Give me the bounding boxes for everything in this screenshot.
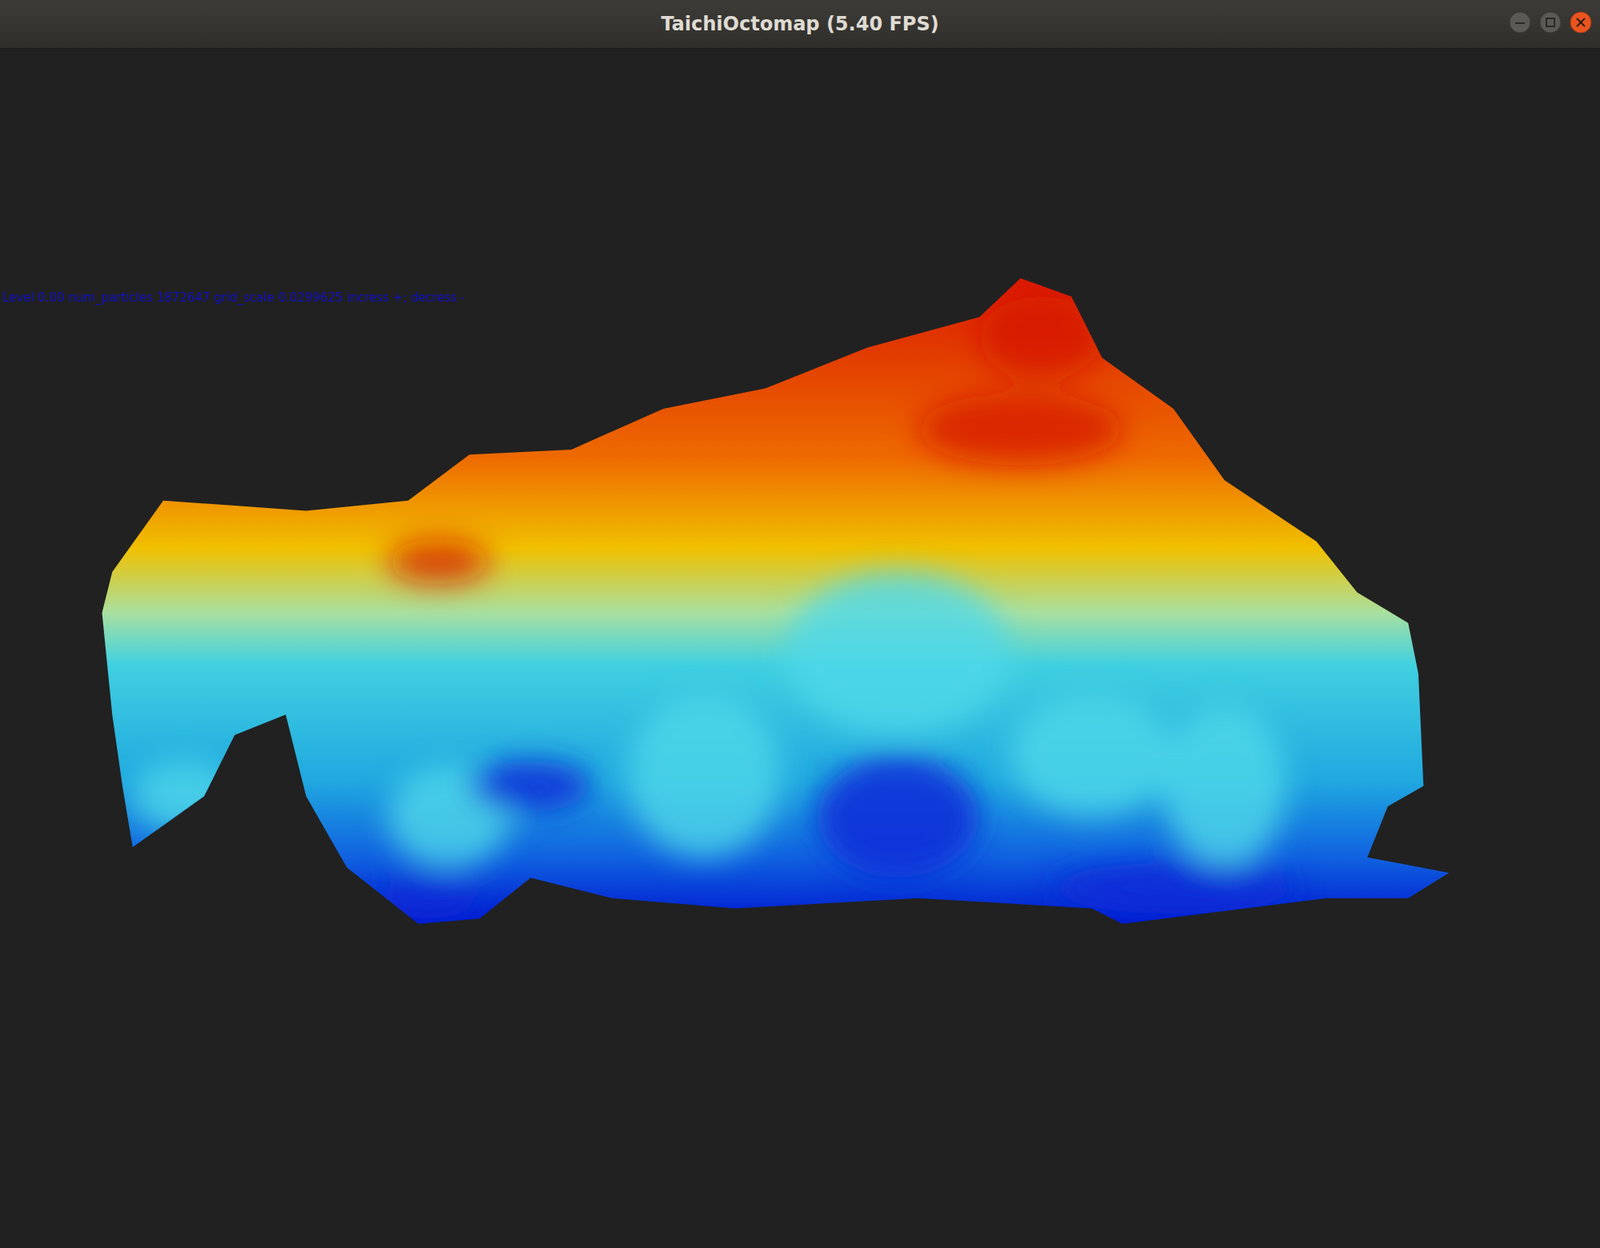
maximize-icon[interactable] <box>1539 11 1562 34</box>
info-overlay: Level 0.00 num_particles 1872647 grid_sc… <box>2 290 465 305</box>
app-window: TaichiOctomap (5.40 FPS) Level 0.00 num_… <box>0 0 1600 1248</box>
minimize-icon[interactable] <box>1508 11 1532 34</box>
window-controls <box>1508 11 1592 34</box>
window-title: TaichiOctomap (5.40 FPS) <box>660 12 939 36</box>
point-cloud <box>0 48 1600 1248</box>
close-icon[interactable] <box>1569 11 1592 34</box>
title-bar[interactable]: TaichiOctomap (5.40 FPS) <box>0 0 1600 49</box>
render-canvas[interactable]: Level 0.00 num_particles 1872647 grid_sc… <box>0 48 1600 1248</box>
